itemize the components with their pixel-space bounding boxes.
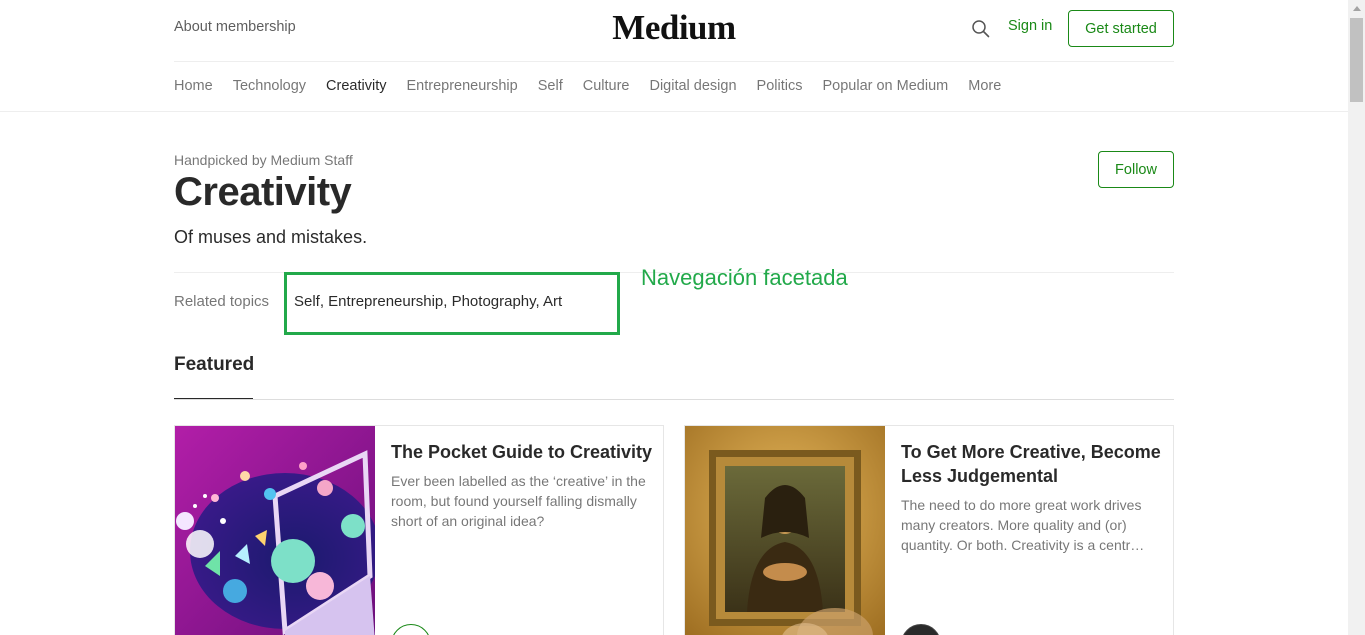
story-description: The need to do more great work drives ma… — [901, 497, 1145, 553]
top-bar: About membership Medium Sign in Get star… — [174, 0, 1174, 62]
get-started-button[interactable]: Get started — [1068, 10, 1174, 47]
nav-item-politics[interactable]: Politics — [757, 78, 803, 94]
nav-item-more[interactable]: More — [968, 78, 1001, 94]
story-title[interactable]: The Pocket Guide to Creativity — [391, 440, 653, 464]
featured-tab-underline — [174, 398, 253, 399]
annotation-label: Navegación facetada — [641, 265, 848, 290]
story-thumbnail[interactable] — [175, 426, 375, 635]
follow-button[interactable]: Follow — [1098, 151, 1174, 188]
related-topics-label: Related topics — [174, 293, 270, 310]
nav-item-popular-on-medium[interactable]: Popular on Medium — [822, 78, 948, 94]
story-card[interactable]: The Pocket Guide to Creativity Ever been… — [174, 425, 664, 635]
story-card[interactable]: To Get More Creative, Become Less Judgem… — [684, 425, 1174, 635]
scroll-up-arrow-icon[interactable] — [1353, 6, 1361, 11]
topic-nav: Home Technology Creativity Entrepreneurs… — [174, 62, 1174, 110]
nav-divider — [0, 111, 1348, 112]
nav-item-culture[interactable]: Culture — [583, 78, 630, 94]
nav-item-digital-design[interactable]: Digital design — [649, 78, 736, 94]
handpicked-label: Handpicked by Medium Staff — [174, 152, 353, 168]
topic-subtitle: Of muses and mistakes. — [174, 227, 368, 247]
nav-item-home[interactable]: Home — [174, 78, 213, 94]
avatar[interactable] — [391, 624, 431, 635]
nav-item-self[interactable]: Self — [538, 78, 563, 94]
sign-in-link[interactable]: Sign in — [1008, 18, 1052, 34]
avatar[interactable] — [901, 624, 941, 635]
scrollbar-thumb[interactable] — [1350, 18, 1363, 102]
related-topics-links[interactable]: Self, Entrepreneurship, Photography, Art — [294, 293, 562, 310]
story-description: Ever been labelled as the ‘creative’ in … — [391, 473, 646, 529]
search-icon[interactable] — [971, 19, 991, 39]
featured-heading[interactable]: Featured — [174, 354, 254, 376]
story-thumbnail[interactable] — [685, 426, 885, 635]
page-title: Creativity — [174, 170, 352, 214]
nav-item-creativity[interactable]: Creativity — [326, 78, 386, 94]
nav-item-entrepreneurship[interactable]: Entrepreneurship — [406, 78, 517, 94]
nav-item-technology[interactable]: Technology — [233, 78, 306, 94]
featured-divider — [174, 399, 1174, 400]
story-title[interactable]: To Get More Creative, Become Less Judgem… — [901, 440, 1163, 488]
scrollbar[interactable] — [1348, 0, 1365, 635]
